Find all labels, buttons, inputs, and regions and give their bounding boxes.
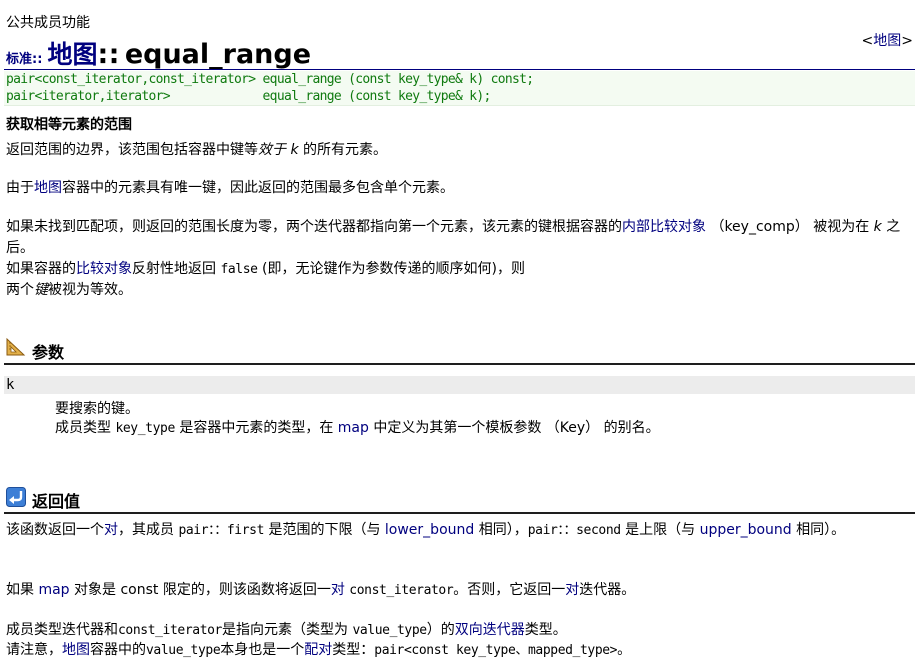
comparison-object-link[interactable]: 内部比较对象 (622, 219, 706, 235)
text: ）的 (426, 622, 455, 638)
text: （key_comp） 被视为在 (710, 219, 870, 235)
text: 成员类型迭代器和 (6, 622, 118, 638)
text: 由于 (6, 180, 34, 196)
text: 如果未找到匹配项，则返回的范围长度为零，两个迭代器都指向第一个元素，该元素的键根… (6, 219, 622, 235)
parameter-name: k (6, 377, 15, 393)
angle-left: < (861, 33, 874, 49)
text: 中定义为其第一个模板参数 （Key） 的别名。 (373, 420, 660, 436)
title-separator: :: (97, 39, 120, 70)
description-paragraph: 返回范围的边界，该范围包括容器中键等效于 k 的所有元素。 (6, 140, 906, 161)
prototype-nonconst: pair<iterator,iterator> equal_range (con… (6, 89, 491, 104)
text: 是上限（与 (625, 522, 696, 538)
container-header-link[interactable]: <地图> (862, 30, 913, 50)
return-paragraph: 请注意，地图容器中的value_type本身也是一个配对类型：pair<cons… (6, 640, 906, 661)
angle-right: > (901, 33, 913, 49)
param-ref-k: k (873, 219, 882, 235)
text: 被视为等效。 (48, 282, 132, 298)
text: 如果 (6, 582, 34, 598)
code-value-type: value_type (146, 643, 221, 658)
pair-link[interactable]: 对 (331, 582, 345, 598)
text: 两个 (6, 282, 34, 298)
code-const-iterator: const_iterator (118, 623, 222, 638)
text: ，其成员 (118, 522, 174, 538)
upper-bound-link[interactable]: upper_bound (700, 522, 792, 538)
bidirectional-iterator-link[interactable]: 双向迭代器 (455, 622, 525, 638)
text: 返回范围的边界，该范围包括容器中键等 (6, 142, 258, 158)
code-false: false (220, 262, 258, 277)
prototype-const: pair<const_iterator,const_iterator> equa… (6, 72, 534, 87)
description-paragraph: 由于地图容器中的元素具有唯一键，因此返回的范围最多包含单个元素。 (6, 178, 906, 199)
return-value-heading-text: 返回值 (32, 492, 81, 511)
pair-link[interactable]: 配对 (304, 642, 332, 658)
text: 成员类型 (55, 420, 111, 436)
text: 请注意， (6, 642, 62, 658)
lower-bound-link[interactable]: lower_bound (385, 522, 474, 538)
code-key-type: key_type (115, 421, 175, 436)
code-pair-type: pair<const key_type、mapped_type> (374, 643, 618, 658)
return-arrow-icon (6, 487, 26, 511)
summary-heading: 获取相等元素的范围 (6, 117, 132, 133)
container-header-link-text[interactable]: 地图 (873, 33, 901, 49)
text: 是范围的下限（与 (268, 522, 381, 538)
pair-link[interactable]: 对 (104, 522, 118, 538)
text: 如果容器的 (6, 261, 76, 277)
text: 反射性地返回 (132, 261, 216, 277)
member-kind: 公共成员功能 (6, 15, 90, 31)
pair-link[interactable]: 对 (565, 582, 579, 598)
title-container-link[interactable]: 地图 (48, 40, 98, 69)
set-square-icon (6, 337, 26, 361)
return-paragraph: 该函数返回一个对，其成员 pair：：first 是范围的下限（与 lower_… (6, 520, 911, 541)
description-paragraph: 如果未找到匹配项，则返回的范围长度为零，两个迭代器都指向第一个元素，该元素的键根… (6, 217, 911, 259)
title-namespace: 标准:: (6, 52, 43, 67)
text-equivalent: 效于 (258, 142, 286, 158)
return-paragraph: 成员类型迭代器和const_iterator是指向元素（类型为 value_ty… (6, 620, 906, 641)
header-divider (4, 69, 915, 70)
text: 容器中的元素具有唯一键，因此返回的范围最多包含单个元素。 (62, 180, 454, 196)
text: 的所有元素。 (303, 142, 388, 158)
parameters-heading-text: 参数 (32, 343, 65, 362)
text-keys: 键 (34, 282, 48, 298)
text: (即，无论键作为参数传递的顺序如何)，则 (262, 261, 525, 277)
text: 本身也是一个 (220, 642, 305, 658)
text: 该函数返回一个 (6, 522, 104, 538)
map-link[interactable]: map (38, 582, 69, 598)
text: 是指向元素（类型为 (221, 622, 348, 638)
text: 相同）， (478, 522, 528, 538)
parameter-name-bar (4, 376, 915, 394)
prototype-box: pair<const_iterator,const_iterator> equa… (4, 71, 915, 106)
text: 。否则，它返回一 (453, 582, 566, 598)
code-pair-second: pair：：second (527, 523, 621, 538)
code-pair-first: pair：：first (178, 523, 264, 538)
parameter-description: 要搜索的键。 (55, 401, 139, 417)
param-ref-k: k (290, 142, 299, 158)
text: 类型： (332, 642, 375, 658)
parameter-description: 成员类型 key_type 是容器中元素的类型，在 map 中定义为其第一个模板… (55, 417, 660, 437)
text: 迭代器。 (579, 582, 636, 598)
title-function: equal_range (124, 39, 312, 70)
code-const-iterator: const_iterator (349, 583, 454, 598)
map-link[interactable]: map (338, 420, 369, 436)
page-title: 标准:: 地图:: equal_range (6, 35, 312, 70)
text: 。 (617, 642, 632, 658)
map-link[interactable]: 地图 (62, 642, 90, 658)
return-paragraph: 如果 map 对象是 const 限定的，则该函数将返回一对 const_ite… (6, 580, 906, 601)
text: 相同）。 (796, 522, 846, 538)
section-divider (4, 363, 915, 365)
text: 容器中的 (90, 642, 146, 658)
section-divider (4, 512, 915, 514)
text: 对象是 const 限定的，则该函数将返回一 (74, 582, 331, 598)
comparison-object-link[interactable]: 比较对象 (76, 261, 132, 277)
map-link[interactable]: 地图 (34, 180, 62, 196)
text: 类型。 (524, 622, 567, 638)
text: 是容器中元素的类型，在 (179, 420, 334, 436)
description-paragraph: 如果容器的比较对象反射性地返回 false (即，无论键作为参数传递的顺序如何)… (6, 259, 906, 301)
code-value-type: value_type (352, 623, 427, 638)
